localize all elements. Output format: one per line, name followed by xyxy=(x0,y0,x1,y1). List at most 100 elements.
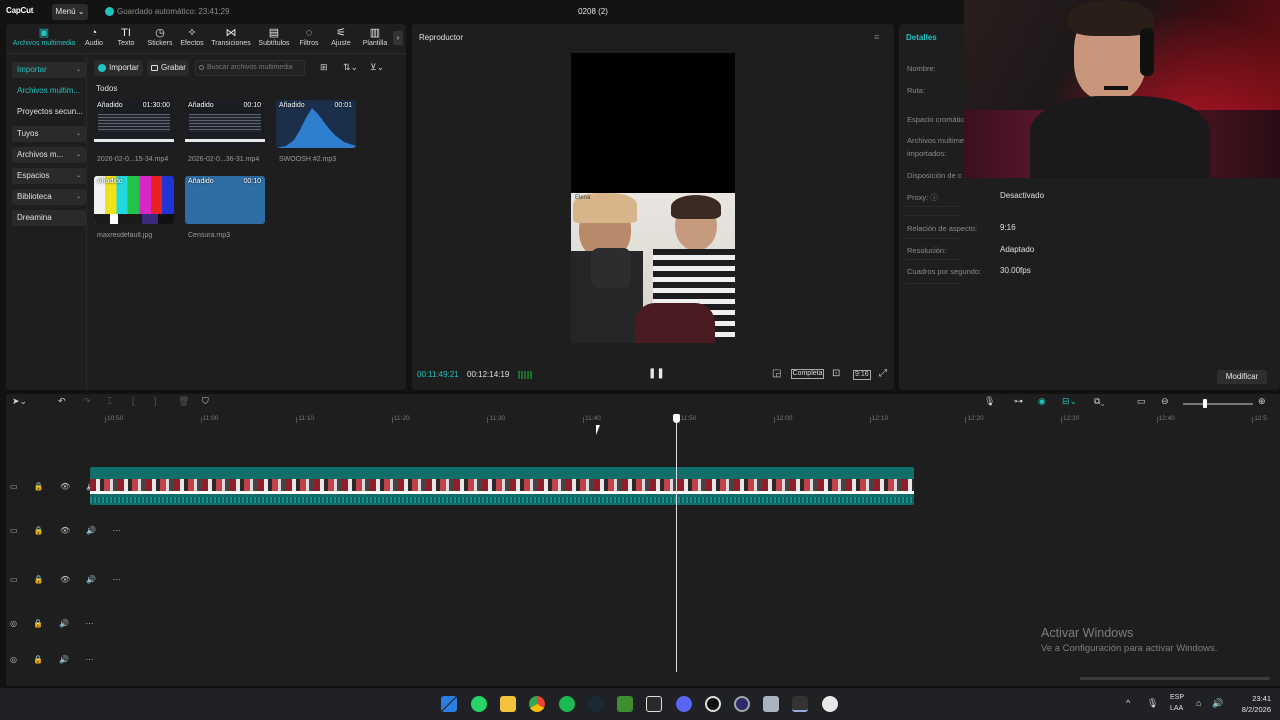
search-input[interactable]: Buscar archivos multimedia xyxy=(195,60,305,76)
split-left-icon[interactable]: [ xyxy=(132,396,135,406)
volume-icon[interactable]: 🔊 xyxy=(1212,698,1223,709)
windows-start-icon[interactable] xyxy=(441,696,457,712)
player-menu-icon[interactable]: ≡ xyxy=(874,32,879,42)
sidenav-item-2[interactable]: Proyectos secun... xyxy=(12,104,86,120)
sidenav-item-1[interactable]: Archivos multim... xyxy=(12,83,86,99)
timeline-scrollbar[interactable] xyxy=(1080,677,1270,680)
ruler-tick: 12:30 xyxy=(1060,415,1080,423)
duration-label: 00:10 xyxy=(243,102,261,109)
keyboard-layout[interactable]: LAA xyxy=(1170,705,1183,712)
network-icon[interactable]: ⌂ xyxy=(1196,698,1201,708)
minecraft-icon[interactable] xyxy=(617,696,633,712)
caption-icon[interactable]: ▭ xyxy=(1137,396,1146,407)
discord-icon[interactable] xyxy=(676,696,692,712)
link-icon[interactable]: ⊶ xyxy=(1014,396,1023,407)
whatsapp-icon[interactable] xyxy=(471,696,487,712)
capcut-taskbar-icon[interactable] xyxy=(792,696,808,712)
playhead-line[interactable] xyxy=(676,414,677,672)
modify-button[interactable]: Modificar xyxy=(1217,370,1267,384)
media-thumbnail[interactable]: Añadido 00:10 xyxy=(185,100,265,148)
record-button[interactable]: Grabar xyxy=(147,60,189,76)
clock-time[interactable]: 23:41 xyxy=(1241,694,1271,703)
snapshot-icon[interactable]: ⊡ xyxy=(832,368,840,379)
delete-icon[interactable]: 🗑 xyxy=(178,396,189,407)
menu-button[interactable]: Menú ⌄ xyxy=(52,4,88,20)
tab-5[interactable]: ⋈ Transiciones xyxy=(211,26,251,52)
epic-games-icon[interactable] xyxy=(646,696,662,712)
snap-icon[interactable]: ⊟⌄ xyxy=(1062,396,1077,407)
keyboard-lang[interactable]: ESP xyxy=(1170,694,1184,701)
shield-icon[interactable]: ⛉ xyxy=(202,396,209,407)
media-thumbnail[interactable]: Añadido 01:30:00 xyxy=(94,100,174,148)
github-icon[interactable] xyxy=(705,696,721,712)
sidenav-item-3[interactable]: Tuyos ⌄ xyxy=(12,126,86,142)
video-clip[interactable] xyxy=(90,467,914,505)
tab-1[interactable]: ◔ Audio xyxy=(84,26,104,52)
playhead-handle[interactable] xyxy=(673,414,680,423)
quality-button[interactable]: Completa xyxy=(791,369,824,379)
zoom-slider-handle[interactable] xyxy=(1203,399,1207,408)
spotify-icon[interactable] xyxy=(559,696,575,712)
time-ruler[interactable]: 10:50 11:00 11:10 11:20 11:30 11:40 11:50 12:00… xyxy=(90,415,1280,427)
clock-date[interactable]: 8/2/2026 xyxy=(1230,705,1271,714)
media-thumbnail[interactable]: Añadido 00:01 xyxy=(276,100,356,148)
chrome-icon[interactable] xyxy=(529,696,545,712)
windows-taskbar xyxy=(0,688,1280,720)
zoom-slider[interactable] xyxy=(1183,403,1253,405)
zoom-out-icon[interactable]: ⊖ xyxy=(1161,396,1169,407)
sidenav-item-5[interactable]: Espacios ⌄ xyxy=(12,168,86,184)
microphone-icon[interactable]: 🎙 xyxy=(984,396,995,407)
video-preview[interactable]: Elena xyxy=(571,53,735,343)
select-tool-icon[interactable]: ➤⌄ xyxy=(12,396,27,407)
tab-4[interactable]: ✧ Efectos xyxy=(180,26,204,52)
media-filename: SWOOSH #2.mp3 xyxy=(279,156,337,163)
track-header-controls[interactable]: ◎ 🔒 🔊 ⋯ xyxy=(10,619,101,628)
undo-icon[interactable]: ↶ xyxy=(58,396,66,407)
tray-mic-icon[interactable]: 🎙 xyxy=(1147,698,1158,709)
media-thumbnail[interactable]: Añadido 00:10 xyxy=(185,176,265,224)
tab-8[interactable]: ⚟ Ajuste xyxy=(330,26,352,52)
view-toggle-icon[interactable]: ⊞ xyxy=(320,62,328,73)
track-header-controls[interactable]: ▭ 🔒 👁 🔊 ⋯ xyxy=(10,526,128,535)
filter-icon[interactable]: ⊻⌄ xyxy=(370,62,384,73)
record-label: Grabar xyxy=(161,63,186,72)
tab-3[interactable]: ◷ Stickers xyxy=(146,26,174,52)
split-right-icon[interactable]: ] xyxy=(154,396,157,406)
aspect-ratio-button[interactable]: 9:16 xyxy=(853,370,871,380)
added-badge: Añadido xyxy=(279,102,305,109)
pause-button[interactable]: ❚❚ xyxy=(648,368,665,379)
sidenav-item-4[interactable]: Archivos m... ⌄ xyxy=(12,147,86,163)
import-button[interactable]: Importar xyxy=(94,60,143,76)
steam-icon[interactable] xyxy=(588,696,604,712)
tiktok-icon[interactable]: ◲ xyxy=(772,368,781,379)
fullscreen-icon[interactable]: ⤢ xyxy=(879,368,887,379)
sidenav-item-0[interactable]: Importar ⌄ xyxy=(12,62,86,78)
media-thumbnail[interactable]: Añadido xyxy=(94,176,174,224)
tab-9[interactable]: ▥ Plantilla xyxy=(360,26,390,52)
magnet-icon[interactable]: ◉ xyxy=(1038,396,1046,407)
tab-label: Transiciones xyxy=(211,40,251,47)
obs-icon[interactable] xyxy=(734,696,750,712)
sidenav-item-7[interactable]: Dreamina xyxy=(12,210,86,226)
sort-icon[interactable]: ⇅⌄ xyxy=(343,62,358,73)
zoom-in-icon[interactable]: ⊕ xyxy=(1258,396,1266,407)
detail-label: Disposición de c xyxy=(907,171,962,180)
tray-chevron-icon[interactable]: ^ xyxy=(1126,698,1130,708)
preview-axis-icon[interactable]: ⧉⌄ xyxy=(1094,396,1105,407)
tabs-more-icon[interactable]: › xyxy=(393,31,403,45)
redo-icon[interactable]: ↷ xyxy=(83,396,91,407)
track-header-controls[interactable]: ◎ 🔒 🔊 ⋯ xyxy=(10,655,101,664)
file-explorer-icon[interactable] xyxy=(500,696,516,712)
split-icon[interactable]: ⌶ xyxy=(107,396,112,407)
media-player-icon[interactable] xyxy=(822,696,838,712)
tab-0[interactable]: ▣ Archivos multimedia xyxy=(8,26,80,52)
calculator-icon[interactable] xyxy=(763,696,779,712)
ruler-tick: 11:50 xyxy=(678,415,697,423)
tab-6[interactable]: ▤ Subtítulos xyxy=(257,26,291,52)
tab-7[interactable]: ◌ Filtros xyxy=(298,26,320,52)
track-header-controls[interactable]: ▭ 🔒 👁 🔊 ⋯ xyxy=(10,575,128,584)
tab-2[interactable]: TI Texto xyxy=(116,26,136,52)
chevron-down-icon: ⌄ xyxy=(75,152,81,158)
sidenav-item-6[interactable]: Biblioteca ⌄ xyxy=(12,189,86,205)
filter-all-label[interactable]: Todos xyxy=(96,84,117,93)
